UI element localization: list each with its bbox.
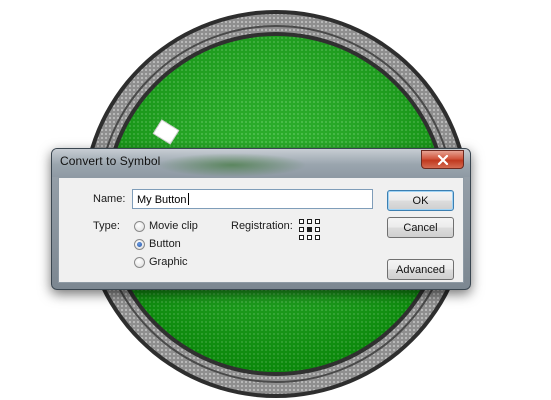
radio-button-graphic[interactable] bbox=[134, 256, 145, 268]
dialog-body: Name: My Button Type: Movie clip Button … bbox=[58, 177, 464, 283]
reg-point-middle-right[interactable] bbox=[315, 227, 320, 232]
radio-button-option[interactable]: Button bbox=[134, 238, 181, 250]
radio-label-movie-clip: Movie clip bbox=[149, 220, 198, 232]
reg-point-bottom-right[interactable] bbox=[315, 235, 320, 240]
convert-to-symbol-dialog: Convert to Symbol Name: My Button Type: … bbox=[51, 148, 471, 290]
reg-point-top-right[interactable] bbox=[315, 219, 320, 224]
ok-button[interactable]: OK bbox=[387, 190, 454, 211]
advanced-button[interactable]: Advanced bbox=[387, 259, 454, 280]
cancel-button[interactable]: Cancel bbox=[387, 217, 454, 238]
reg-point-center[interactable] bbox=[307, 227, 312, 232]
radio-label-graphic: Graphic bbox=[149, 256, 188, 268]
reg-point-bottom-center[interactable] bbox=[307, 235, 312, 240]
close-x-icon bbox=[437, 154, 448, 165]
registration-grid-icon[interactable] bbox=[299, 219, 320, 240]
radio-movie-clip[interactable]: Movie clip bbox=[134, 220, 198, 232]
name-input[interactable]: My Button bbox=[132, 189, 373, 209]
reg-point-bottom-left[interactable] bbox=[299, 235, 304, 240]
close-button[interactable] bbox=[421, 150, 464, 169]
dialog-title: Convert to Symbol bbox=[60, 154, 161, 168]
title-glow bbox=[157, 153, 307, 177]
reg-point-middle-left[interactable] bbox=[299, 227, 304, 232]
radio-graphic[interactable]: Graphic bbox=[134, 256, 188, 268]
name-label: Name: bbox=[93, 193, 126, 205]
radio-button-button[interactable] bbox=[134, 238, 145, 250]
dialog-titlebar[interactable]: Convert to Symbol bbox=[52, 149, 470, 177]
reg-point-top-center[interactable] bbox=[307, 219, 312, 224]
name-input-value: My Button bbox=[137, 194, 187, 206]
radio-label-button: Button bbox=[149, 238, 181, 250]
registration-label: Registration: bbox=[231, 220, 293, 232]
stage: Convert to Symbol Name: My Button Type: … bbox=[0, 0, 551, 400]
radio-button-movie-clip[interactable] bbox=[134, 220, 145, 232]
reg-point-top-left[interactable] bbox=[299, 219, 304, 224]
text-caret bbox=[187, 193, 189, 205]
type-label: Type: bbox=[93, 220, 120, 232]
